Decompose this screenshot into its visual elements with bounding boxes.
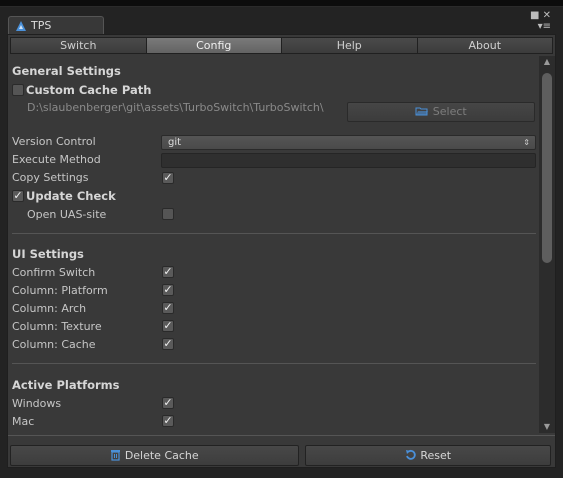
custom-cache-label: Custom Cache Path bbox=[26, 83, 152, 97]
tab-switch[interactable]: Switch bbox=[10, 37, 147, 54]
confirm-switch-checkbox[interactable]: ✓ bbox=[162, 266, 174, 278]
cache-path-text: D:\slaubenberger\git\assets\TurboSwitch\… bbox=[27, 101, 324, 114]
window-top-border bbox=[0, 0, 563, 7]
column-platform-checkbox[interactable]: ✓ bbox=[162, 284, 174, 296]
reset-icon bbox=[405, 449, 421, 462]
tab-about[interactable]: About bbox=[417, 37, 553, 54]
column-cache-label: Column: Cache bbox=[12, 338, 96, 351]
open-uas-checkbox[interactable] bbox=[162, 208, 174, 220]
copy-settings-label: Copy Settings bbox=[12, 171, 89, 184]
confirm-switch-label: Confirm Switch bbox=[12, 266, 96, 279]
scroll-up-icon[interactable]: ▲ bbox=[539, 56, 555, 68]
platform-windows-checkbox[interactable]: ✓ bbox=[162, 397, 174, 409]
column-texture-checkbox[interactable]: ✓ bbox=[162, 320, 174, 332]
scroll-thumb[interactable] bbox=[542, 73, 552, 263]
vertical-scrollbar[interactable]: ▲ ▼ bbox=[539, 56, 555, 433]
general-settings-heading: General Settings bbox=[12, 64, 121, 78]
version-control-dropdown[interactable]: git ⇕ bbox=[161, 135, 536, 150]
pin-icon[interactable]: ■ bbox=[530, 10, 539, 21]
main-toolbar: Switch Config Help About bbox=[10, 37, 553, 54]
select-path-button[interactable]: Select bbox=[347, 102, 535, 122]
reset-label: Reset bbox=[420, 449, 452, 462]
folder-icon bbox=[415, 105, 433, 118]
column-arch-checkbox[interactable]: ✓ bbox=[162, 302, 174, 314]
platform-mac-label: Mac bbox=[12, 415, 35, 428]
version-control-value: git bbox=[168, 137, 182, 148]
column-texture-label: Column: Texture bbox=[12, 320, 102, 333]
menu-icon[interactable]: ▾≡ bbox=[538, 21, 551, 32]
close-icon[interactable]: ✕ bbox=[543, 10, 551, 21]
column-platform-label: Column: Platform bbox=[12, 284, 108, 297]
custom-cache-checkbox[interactable] bbox=[12, 84, 24, 96]
ui-settings-heading: UI Settings bbox=[12, 247, 84, 261]
column-cache-checkbox[interactable]: ✓ bbox=[162, 338, 174, 350]
section-divider bbox=[12, 363, 536, 364]
update-check-label: Update Check bbox=[26, 189, 116, 203]
tab-help[interactable]: Help bbox=[282, 37, 418, 54]
reset-button[interactable]: Reset bbox=[305, 445, 551, 466]
window-tab[interactable]: TPS bbox=[8, 16, 104, 34]
window-tab-title: TPS bbox=[31, 19, 52, 32]
version-control-label: Version Control bbox=[12, 135, 96, 148]
open-uas-label: Open UAS-site bbox=[27, 208, 107, 221]
config-panel: Switch Config Help About General Setting… bbox=[7, 34, 556, 468]
delete-cache-label: Delete Cache bbox=[124, 449, 199, 462]
active-platforms-heading: Active Platforms bbox=[12, 378, 120, 392]
column-arch-label: Column: Arch bbox=[12, 302, 87, 315]
settings-scroll-area: General Settings Custom Cache Path D:\sl… bbox=[8, 56, 539, 433]
copy-settings-checkbox[interactable]: ✓ bbox=[162, 172, 174, 184]
update-check-checkbox[interactable]: ✓ bbox=[12, 190, 24, 202]
delete-cache-button[interactable]: Delete Cache bbox=[10, 445, 299, 466]
execute-method-label: Execute Method bbox=[12, 153, 101, 166]
section-divider bbox=[12, 233, 536, 234]
platform-windows-label: Windows bbox=[12, 397, 62, 410]
tab-config[interactable]: Config bbox=[146, 37, 282, 54]
window-controls: ■ ✕ ▾≡ bbox=[530, 11, 551, 33]
unity-icon bbox=[15, 20, 27, 32]
scroll-down-icon[interactable]: ▼ bbox=[539, 421, 555, 433]
platform-mac-checkbox[interactable]: ✓ bbox=[162, 415, 174, 427]
execute-method-input[interactable] bbox=[161, 153, 536, 168]
select-path-label: Select bbox=[432, 105, 467, 118]
dropdown-arrows-icon: ⇕ bbox=[523, 138, 530, 147]
trash-icon bbox=[110, 449, 125, 462]
footer-divider bbox=[8, 435, 555, 436]
